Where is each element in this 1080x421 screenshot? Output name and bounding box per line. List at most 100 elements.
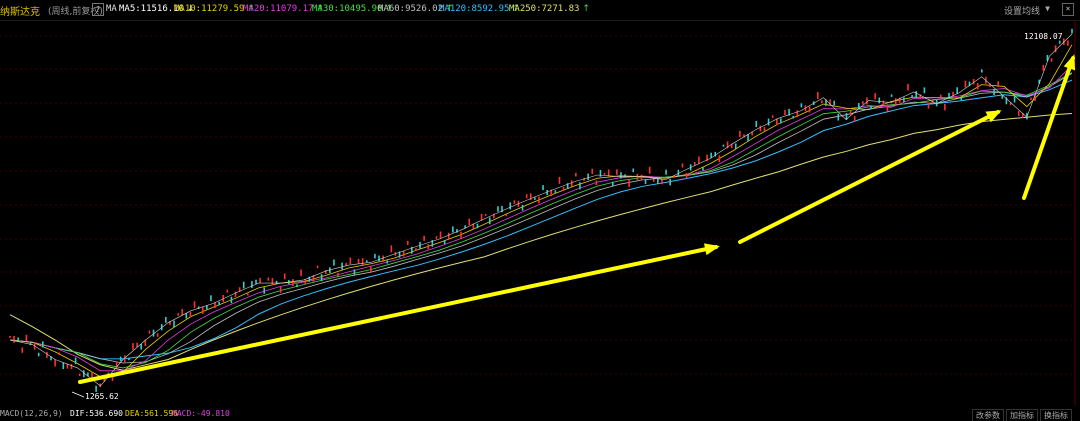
- candle: [534, 197, 536, 200]
- candle: [415, 248, 417, 251]
- candle: [427, 244, 430, 250]
- candle: [1071, 28, 1073, 34]
- candle: [1042, 64, 1045, 71]
- candle: [681, 163, 684, 168]
- candle: [570, 180, 573, 187]
- candle: [562, 186, 565, 192]
- candle: [1013, 95, 1016, 103]
- ma60-line: [9, 73, 1073, 364]
- candle: [378, 255, 380, 262]
- add-indicator-tab[interactable]: 加指标: [1006, 409, 1038, 421]
- candle: [370, 266, 372, 273]
- candle: [316, 265, 319, 269]
- candle: [357, 258, 360, 264]
- candle: [279, 286, 282, 293]
- candle: [792, 115, 794, 119]
- candle: [693, 161, 696, 166]
- candle: [657, 177, 659, 184]
- candle: [70, 363, 73, 370]
- candle: [181, 308, 184, 316]
- candle: [509, 202, 512, 210]
- candle: [275, 280, 278, 285]
- candle: [447, 232, 450, 239]
- candle: [119, 356, 122, 362]
- candle: [1050, 58, 1053, 62]
- candle: [1058, 40, 1061, 44]
- candle: [1030, 97, 1032, 101]
- candle: [603, 172, 606, 175]
- candle: [894, 98, 897, 105]
- candle: [644, 179, 647, 185]
- candle: [341, 262, 343, 270]
- candle: [132, 343, 134, 350]
- candle: [972, 78, 975, 85]
- candle: [960, 98, 963, 101]
- change-params-tab[interactable]: 改参数: [972, 409, 1004, 421]
- candle: [349, 257, 352, 264]
- candle: [91, 371, 93, 378]
- candle: [874, 93, 876, 100]
- candle: [935, 99, 938, 107]
- candle: [1017, 110, 1020, 116]
- candle: [46, 352, 48, 358]
- candle: [993, 88, 995, 96]
- candle: [976, 83, 979, 90]
- candle: [780, 118, 782, 124]
- candle: [37, 352, 40, 357]
- candle: [242, 281, 245, 289]
- candle: [808, 106, 811, 113]
- candle: [140, 344, 143, 350]
- candle: [816, 91, 819, 99]
- trend-arrow-1-head: [703, 243, 720, 256]
- candle: [271, 278, 274, 286]
- macd-label: MACD(12,26,9): [0, 409, 63, 418]
- candle: [669, 178, 671, 186]
- candle: [406, 240, 409, 245]
- candle: [452, 226, 454, 233]
- candle: [661, 179, 663, 185]
- candle: [616, 169, 618, 175]
- candle: [382, 255, 384, 262]
- candle: [538, 196, 540, 204]
- price-chart[interactable]: [0, 0, 1080, 419]
- candle: [685, 172, 688, 179]
- candle: [907, 83, 909, 91]
- candle: [542, 185, 544, 191]
- candle: [665, 169, 667, 175]
- candle: [267, 277, 270, 281]
- candle: [300, 269, 302, 277]
- candle: [292, 279, 294, 286]
- candle: [210, 295, 212, 302]
- candle: [58, 352, 61, 356]
- candle: [579, 182, 581, 190]
- candle: [497, 206, 499, 212]
- candle: [83, 370, 85, 378]
- candle: [755, 120, 758, 128]
- high-price-label: 12108.07: [1024, 32, 1063, 41]
- candle: [767, 118, 770, 126]
- trend-arrow-2: [738, 110, 1000, 244]
- candle: [226, 289, 229, 293]
- candle: [304, 279, 307, 285]
- candle: [78, 373, 81, 376]
- ma250-line: [9, 112, 1073, 371]
- candle: [747, 134, 749, 142]
- candle: [218, 301, 220, 306]
- candle: [402, 250, 405, 257]
- candle: [13, 335, 15, 343]
- candle: [263, 287, 266, 294]
- dea-value: DEA:561.596: [125, 409, 178, 418]
- candle: [185, 313, 188, 319]
- candle: [386, 260, 389, 264]
- candle: [796, 110, 799, 118]
- ma120-line: [9, 79, 1073, 360]
- candle: [62, 362, 65, 370]
- switch-indicator-tab[interactable]: 换指标: [1040, 409, 1072, 421]
- candle: [620, 172, 622, 179]
- candle: [156, 333, 159, 337]
- candle: [54, 359, 56, 367]
- candle: [882, 100, 885, 105]
- candle: [587, 173, 589, 180]
- candle: [628, 180, 630, 188]
- candle: [734, 143, 737, 149]
